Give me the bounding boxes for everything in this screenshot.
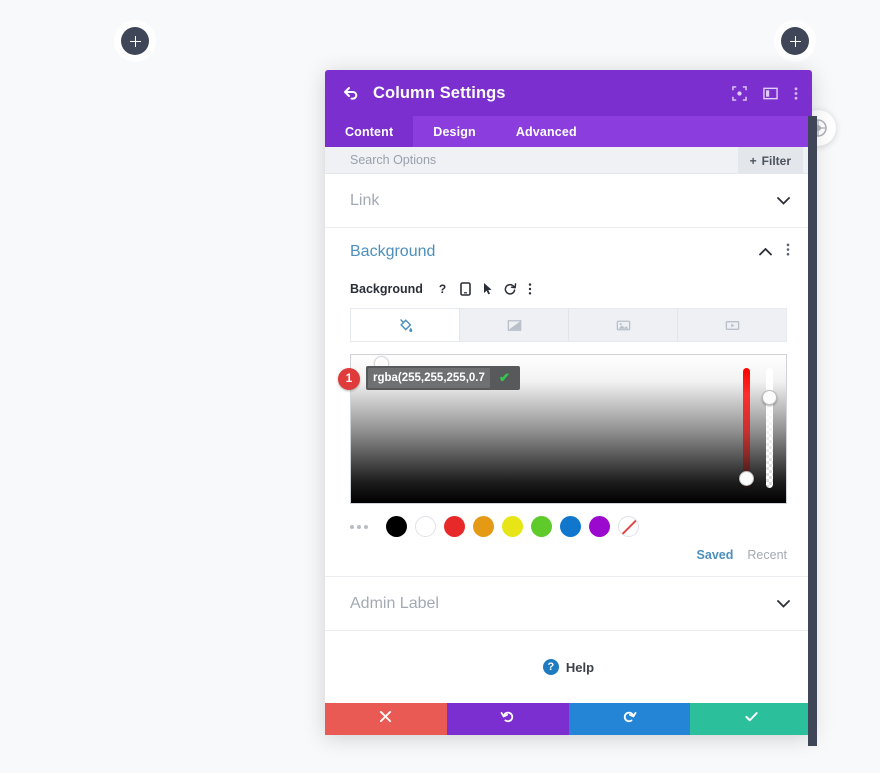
section-link[interactable]: Link xyxy=(325,174,812,228)
section-background: Background Background ? 1 rgba(255,255,2… xyxy=(325,228,812,577)
tab-advanced[interactable]: Advanced xyxy=(496,116,597,147)
responsive-mobile-icon[interactable] xyxy=(460,282,471,296)
help-icon: ? xyxy=(542,659,559,675)
plus-icon xyxy=(129,35,141,47)
swatch-white[interactable] xyxy=(415,516,436,537)
plus-icon: + xyxy=(749,153,757,168)
background-field-label: Background xyxy=(350,282,423,296)
background-field-label-row: Background ? xyxy=(325,276,812,302)
panel-scrollbar[interactable] xyxy=(808,116,817,746)
swatch-yellow[interactable] xyxy=(502,516,523,537)
swatch-purple[interactable] xyxy=(589,516,610,537)
filter-button[interactable]: + Filter xyxy=(737,147,803,174)
color-value-input[interactable] xyxy=(368,368,490,388)
swatch-black[interactable] xyxy=(386,516,407,537)
chevron-down-icon xyxy=(777,195,790,207)
color-picker: 1 ✔ xyxy=(338,354,787,504)
alpha-slider-handle[interactable] xyxy=(762,390,777,405)
split-view-icon[interactable] xyxy=(763,86,778,101)
save-button[interactable] xyxy=(690,703,812,735)
swatch-orange[interactable] xyxy=(473,516,494,537)
page-title: Column Settings xyxy=(373,83,506,102)
column-settings-panel: Column Settings Content Design Advanced … xyxy=(325,70,817,746)
background-video-tab[interactable] xyxy=(678,309,786,341)
cancel-button[interactable] xyxy=(325,703,447,735)
hue-slider[interactable] xyxy=(739,368,754,488)
undo-icon xyxy=(500,709,515,729)
step-badge: 1 xyxy=(338,368,360,390)
tab-recent-colors[interactable]: Recent xyxy=(747,548,787,562)
header-icon-group xyxy=(732,85,798,101)
filter-label: Filter xyxy=(761,153,791,168)
panel-header: Column Settings xyxy=(325,70,812,116)
tab-design[interactable]: Design xyxy=(413,116,496,147)
swatch-blue[interactable] xyxy=(560,516,581,537)
section-admin-label[interactable]: Admin Label xyxy=(325,577,812,631)
help-row[interactable]: ? Help xyxy=(325,631,812,703)
panel-body: Link Background Background ? 1 rgba(255,… xyxy=(325,174,812,703)
reset-icon[interactable] xyxy=(504,282,517,296)
check-icon[interactable]: ✔ xyxy=(492,368,517,388)
close-icon xyxy=(379,710,392,728)
back-arrow-icon[interactable] xyxy=(343,85,359,101)
section-admin-label-title: Admin Label xyxy=(350,594,439,612)
chevron-down-icon xyxy=(777,598,790,610)
color-swatch-row xyxy=(325,504,812,537)
svg-text:?: ? xyxy=(439,282,446,296)
hue-slider-handle[interactable] xyxy=(739,471,754,486)
plus-icon xyxy=(789,35,801,47)
swatch-green[interactable] xyxy=(531,516,552,537)
panel-tab-bar: Content Design Advanced xyxy=(325,116,812,147)
more-vertical-icon[interactable] xyxy=(528,282,532,296)
background-type-tabs xyxy=(350,308,787,342)
panel-footer-bar xyxy=(325,703,812,735)
tab-content[interactable]: Content xyxy=(325,116,414,147)
color-sliders xyxy=(739,368,777,488)
background-color-tab[interactable] xyxy=(351,309,460,341)
add-section-button-right[interactable] xyxy=(781,27,809,55)
help-icon[interactable]: ? xyxy=(436,282,449,296)
section-background-title: Background xyxy=(350,243,436,260)
tab-saved-colors[interactable]: Saved xyxy=(697,548,734,562)
check-icon xyxy=(744,709,759,729)
redo-icon xyxy=(622,709,637,729)
help-label: Help xyxy=(565,659,595,675)
search-options-row[interactable]: Search Options + Filter xyxy=(325,147,812,174)
alpha-slider[interactable] xyxy=(762,368,777,488)
swatch-red[interactable] xyxy=(444,516,465,537)
hue-slider-track xyxy=(743,368,750,488)
hover-cursor-icon[interactable] xyxy=(482,282,493,296)
section-link-title: Link xyxy=(350,191,380,209)
alpha-slider-track xyxy=(766,368,773,488)
fullscreen-icon[interactable] xyxy=(732,85,747,101)
add-section-button-left[interactable] xyxy=(121,27,149,55)
section-background-more-icon[interactable] xyxy=(786,242,790,262)
search-input[interactable]: Search Options xyxy=(350,153,436,167)
section-background-header[interactable]: Background xyxy=(325,228,812,276)
chevron-up-icon[interactable] xyxy=(759,245,772,259)
redo-button[interactable] xyxy=(568,703,691,735)
more-vertical-icon[interactable] xyxy=(794,86,798,101)
background-image-tab[interactable] xyxy=(569,309,678,341)
background-gradient-tab[interactable] xyxy=(460,309,569,341)
more-swatches-icon[interactable] xyxy=(350,524,368,529)
swatch-source-tabs: Saved Recent xyxy=(325,537,812,566)
color-value-box: ✔ xyxy=(366,366,520,390)
page-canvas: Column Settings Content Design Advanced … xyxy=(0,0,880,773)
undo-button[interactable] xyxy=(446,703,569,735)
swatch-none[interactable] xyxy=(618,516,639,537)
